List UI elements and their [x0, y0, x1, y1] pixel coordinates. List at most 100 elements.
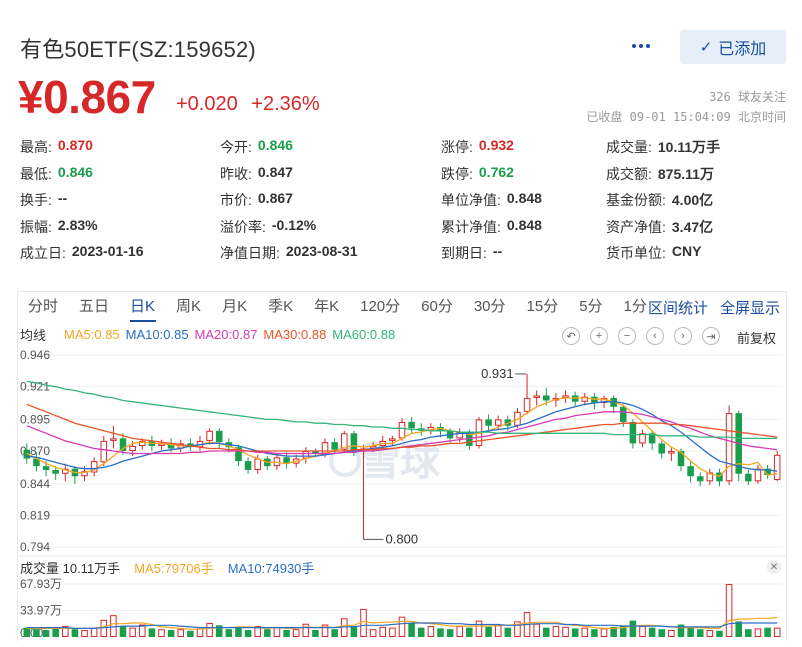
volume-bar [273, 626, 281, 637]
y-tick-label: 0.921 [20, 380, 50, 394]
candle-body [254, 458, 261, 470]
candle-body [408, 421, 415, 429]
candle-body [215, 430, 223, 443]
candle-body [754, 468, 762, 482]
volume-bar [196, 628, 204, 638]
volume-bar [235, 627, 242, 637]
candle-body [619, 406, 627, 422]
candle-body [562, 395, 569, 398]
volume-bar [417, 627, 425, 637]
volume-bar [668, 629, 675, 638]
volume-ma5-label: MA5:79706手 [134, 561, 214, 576]
volume-bar [639, 626, 646, 637]
volume-bar [725, 583, 733, 637]
volume-bar [369, 629, 377, 638]
volume-bar [398, 616, 406, 638]
volume-bar [129, 627, 136, 638]
candle-body [725, 413, 733, 482]
candle-body [677, 451, 685, 467]
volume-bar [158, 629, 165, 638]
volume-bar [119, 626, 127, 637]
volume-bar [456, 626, 463, 637]
volume-bar [312, 629, 319, 637]
volume-bar [42, 629, 50, 637]
volume-bar [71, 629, 79, 637]
volume-bar [552, 626, 560, 637]
volume-bar [408, 622, 415, 637]
volume-bar [745, 629, 752, 637]
volume-bar [581, 627, 589, 638]
close-icon[interactable]: ✕ [767, 560, 781, 574]
kline-chart[interactable]: 0.9460.9210.8950.8700.8440.8190.794雪球0.9… [0, 0, 802, 647]
volume-bar [23, 627, 31, 637]
volume-bar [562, 626, 569, 637]
candle-body [668, 451, 675, 454]
candle-body [389, 438, 396, 441]
y-tick-label: 0.819 [20, 508, 50, 522]
volume-bar [494, 625, 502, 637]
candle-body [773, 454, 781, 481]
volume-label: 成交量 10.11万手 [20, 561, 121, 576]
volume-bar [475, 620, 483, 637]
volume-bar [206, 622, 213, 637]
candle-body [485, 419, 492, 426]
candle-body [533, 395, 540, 398]
volume-bar [52, 628, 59, 637]
volume-bar [504, 627, 512, 637]
volume-bar [389, 627, 396, 638]
candle-body [110, 438, 117, 441]
volume-legend: 成交量 10.11万手 MA5:79706手 MA10:74930手 [20, 558, 314, 577]
candle-body [129, 445, 136, 451]
candle-body [398, 421, 406, 439]
y-tick-label: 0.844 [20, 477, 50, 491]
volume-bar [33, 629, 40, 637]
volume-bar [658, 629, 666, 637]
volume-bar [533, 623, 540, 637]
volume-bar [437, 628, 444, 637]
volume-bar [177, 629, 185, 638]
volume-bar [167, 629, 175, 637]
candle-body [494, 419, 502, 426]
candle-body [687, 466, 694, 477]
high-marker-label: 0.931 [481, 366, 514, 381]
volume-bar [292, 629, 300, 638]
low-marker-label: 0.800 [386, 531, 419, 546]
volume-bar [754, 628, 762, 638]
candle-body [658, 443, 666, 454]
volume-bar [264, 629, 271, 637]
volume-bar [696, 629, 704, 637]
volume-bar [187, 630, 194, 637]
volume-bar [350, 626, 358, 637]
volume-bar [379, 626, 387, 637]
volume-bar [466, 627, 473, 637]
candle-body [52, 469, 59, 474]
volume-bar [446, 629, 454, 637]
candle-body [543, 395, 550, 401]
volume-bar [543, 627, 550, 637]
volume-bar [571, 628, 579, 637]
volume-ma10-label: MA10:74930手 [227, 561, 315, 576]
volume-bar [100, 619, 108, 637]
volume-bar [648, 627, 656, 637]
y-tick-label: 0.794 [20, 540, 50, 554]
candle-body [273, 457, 281, 467]
volume-bar [331, 629, 338, 637]
volume-bar [591, 629, 598, 637]
volume-bar [600, 628, 608, 638]
candle-body [745, 473, 752, 482]
volume-bar [138, 624, 146, 637]
volume-bar [148, 628, 156, 637]
volume-bar [706, 629, 714, 638]
volume-bar [716, 630, 723, 637]
candle-body [523, 397, 531, 412]
volume-bar [81, 629, 88, 638]
candle-body [696, 476, 704, 482]
candle-body [100, 440, 108, 463]
volume-bar [90, 627, 98, 638]
candle-body [331, 442, 338, 450]
volume-bar [302, 623, 310, 637]
volume-bar [485, 626, 492, 637]
candle-body [244, 461, 252, 470]
volume-bar [764, 627, 771, 637]
volume-bar [283, 629, 290, 637]
